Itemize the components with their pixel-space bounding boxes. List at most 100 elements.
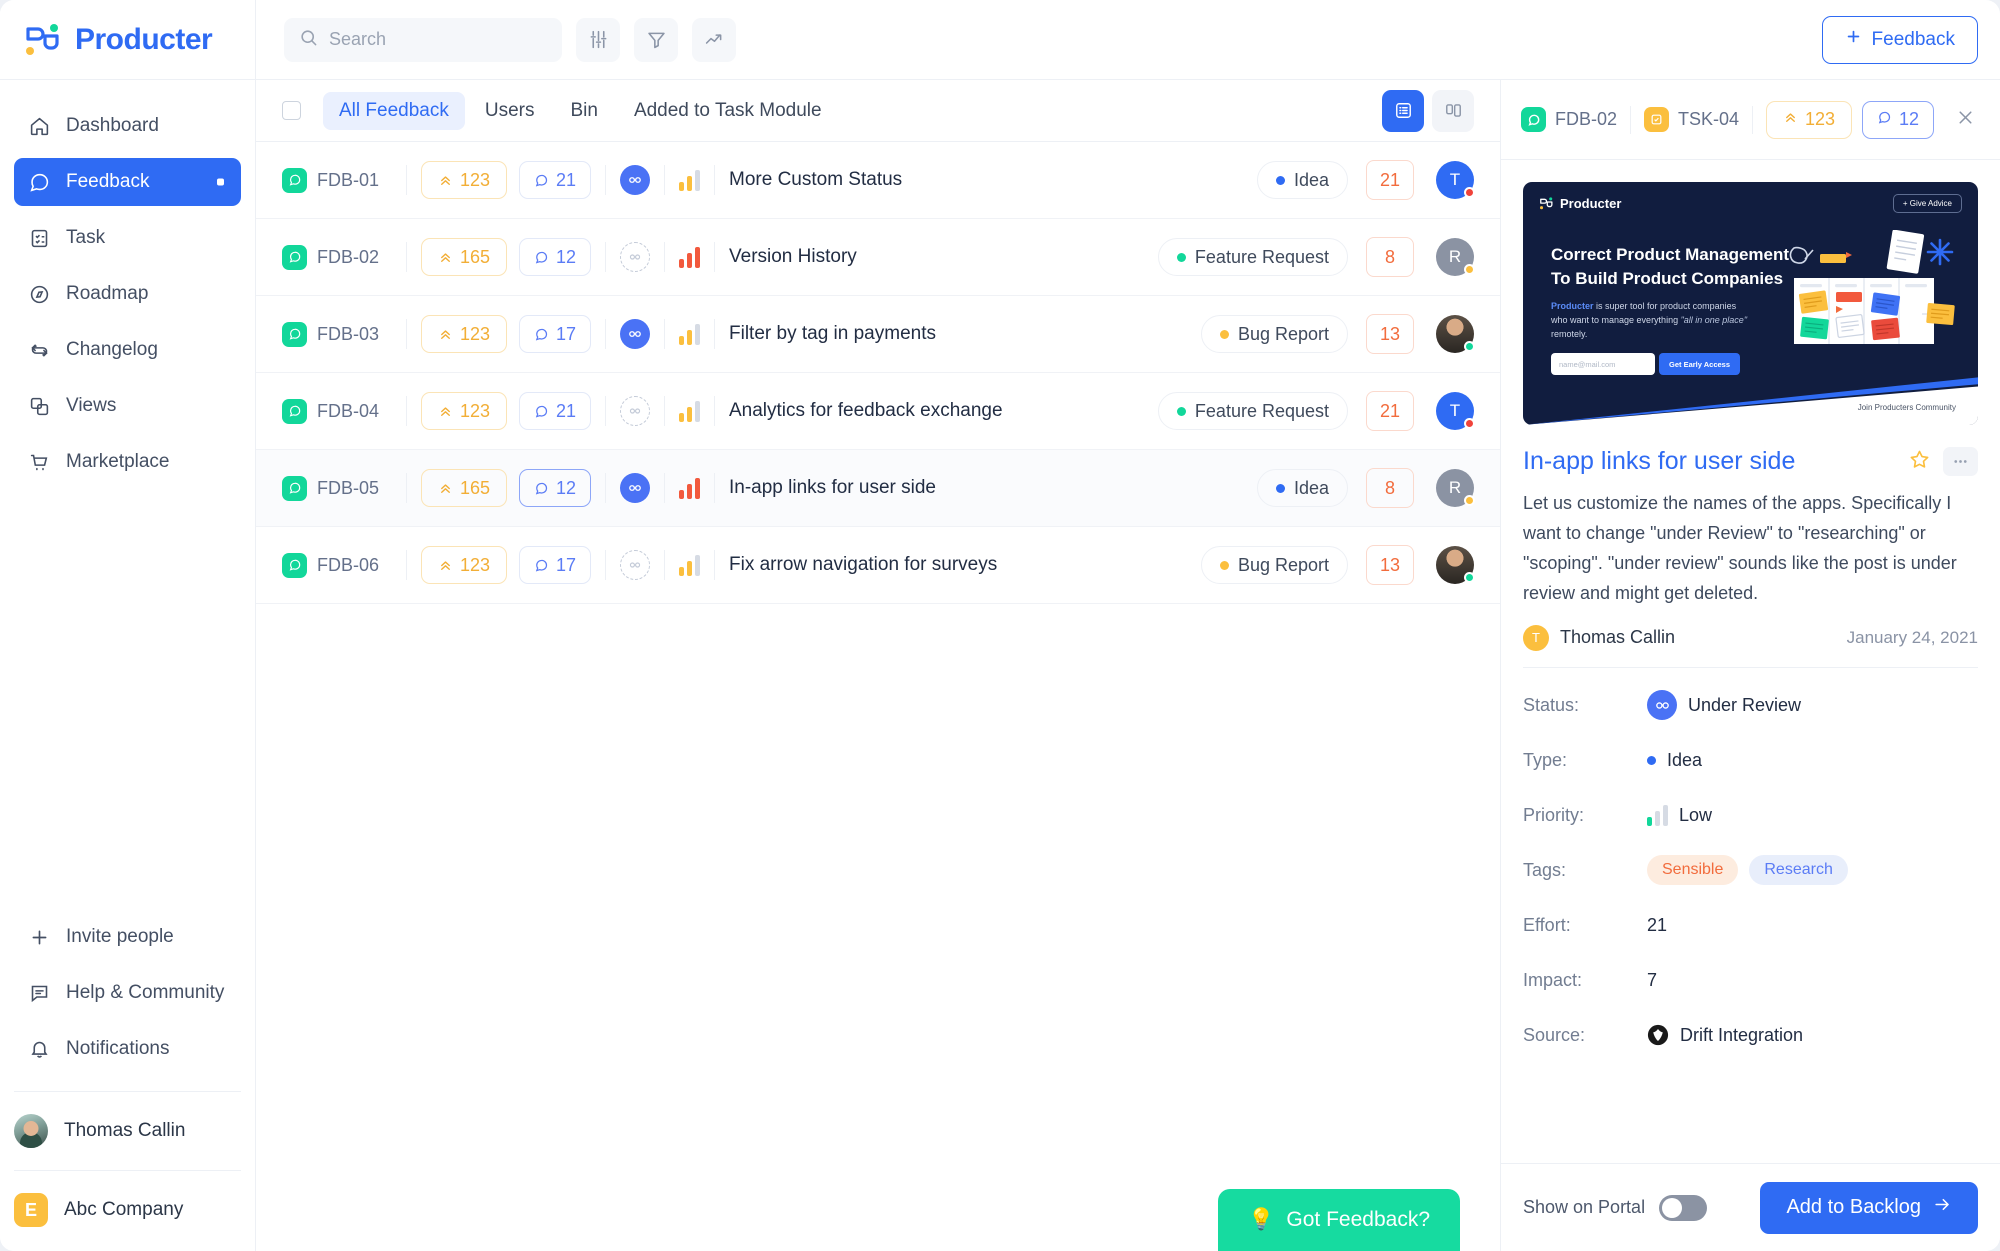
list-view-icon[interactable] <box>1382 89 1424 132</box>
trending-icon[interactable] <box>692 17 736 62</box>
tag-research[interactable]: Research <box>1749 855 1848 885</box>
table-row[interactable]: FDB-01 123 21 More Custom Status Idea 21… <box>256 142 1500 219</box>
row-votes[interactable]: 165 <box>421 238 507 276</box>
status-under-review-icon[interactable] <box>620 473 650 503</box>
sidebar-item-help-community[interactable]: Help & Community <box>14 969 241 1017</box>
sidebar-item-feedback[interactable]: Feedback <box>14 158 241 206</box>
row-priority-bars-icon[interactable] <box>679 477 700 499</box>
row-priority-bars-icon[interactable] <box>679 323 700 345</box>
status-empty-icon[interactable] <box>620 396 650 426</box>
sidebar-item-roadmap[interactable]: Roadmap <box>14 270 241 318</box>
status-under-review-icon[interactable] <box>620 319 650 349</box>
avatar[interactable]: R <box>1436 469 1475 507</box>
detail-task-id[interactable]: TSK-04 <box>1644 107 1739 132</box>
row-votes-count: 123 <box>459 400 491 421</box>
row-votes[interactable]: 123 <box>421 546 507 584</box>
sliders-icon[interactable] <box>576 17 620 62</box>
avatar[interactable]: T <box>1436 392 1475 430</box>
add-to-backlog-button[interactable]: Add to Backlog <box>1760 1181 1978 1234</box>
row-comments[interactable]: 21 <box>519 161 591 199</box>
sidebar-item-task[interactable]: Task <box>14 214 241 262</box>
row-comments[interactable]: 12 <box>519 238 591 276</box>
sidebar-bottom-nav: Invite people Help & Community Notificat… <box>0 913 255 1081</box>
detail-votes-pill[interactable]: 123 <box>1766 100 1853 139</box>
sidebar-item-views[interactable]: Views <box>14 382 241 430</box>
row-type-badge[interactable]: Feature Request <box>1157 392 1348 430</box>
sidebar-item-dashboard[interactable]: Dashboard <box>14 102 241 150</box>
row-votes[interactable]: 123 <box>421 392 507 430</box>
tab-bin[interactable]: Bin <box>554 92 613 130</box>
status-empty-icon[interactable] <box>620 550 650 580</box>
field-type-value[interactable]: Idea <box>1647 750 1702 771</box>
row-type-badge[interactable]: Bug Report <box>1200 546 1348 584</box>
row-type-badge[interactable]: Bug Report <box>1200 315 1348 353</box>
detail-comments-pill[interactable]: 12 <box>1862 100 1935 139</box>
producter-logo-icon <box>24 23 62 57</box>
status-under-review-icon[interactable] <box>620 165 650 195</box>
row-comments[interactable]: 17 <box>519 546 591 584</box>
avatar[interactable]: T <box>1436 161 1475 199</box>
avatar[interactable] <box>1436 315 1475 353</box>
tab-all-feedback[interactable]: All Feedback <box>323 91 465 130</box>
search-box[interactable] <box>284 17 562 62</box>
table-row[interactable]: FDB-03 123 17 Filter by tag in payments … <box>256 296 1500 373</box>
banner-email-field: name@mail.com <box>1551 353 1655 376</box>
row-priority-bars-icon[interactable] <box>679 400 700 422</box>
detail-header: FDB-02 TSK-04 123 12 <box>1501 80 2000 160</box>
row-votes[interactable]: 123 <box>421 161 507 199</box>
row-comments[interactable]: 21 <box>519 392 591 430</box>
star-icon[interactable] <box>1908 448 1931 476</box>
avatar[interactable]: R <box>1436 238 1475 276</box>
row-priority-bars-icon[interactable] <box>679 169 700 191</box>
tab-added-to-task-module[interactable]: Added to Task Module <box>618 92 838 130</box>
row-priority-bars-icon[interactable] <box>679 246 700 268</box>
table-row[interactable]: FDB-06 123 17 Fix arrow navigation for s… <box>256 527 1500 604</box>
field-priority-value[interactable]: Low <box>1647 804 1712 826</box>
more-options-icon[interactable] <box>1943 447 1978 476</box>
table-row[interactable]: FDB-05 165 12 In-app links for user side… <box>256 450 1500 527</box>
field-tags-value[interactable]: Sensible Research <box>1647 855 1848 885</box>
sidebar-item-notifications[interactable]: Notifications <box>14 1025 241 1073</box>
row-comments[interactable]: 12 <box>519 469 591 507</box>
table-row[interactable]: FDB-02 165 12 Version History Feature Re… <box>256 219 1500 296</box>
tag-sensible[interactable]: Sensible <box>1647 855 1739 885</box>
field-impact-value[interactable]: 7 <box>1647 970 1657 991</box>
close-icon[interactable] <box>1949 101 1982 139</box>
tab-users[interactable]: Users <box>469 92 551 130</box>
field-status-value[interactable]: Under Review <box>1647 690 1801 720</box>
field-source: Source: Drift Integration <box>1523 1008 1978 1063</box>
field-effort-value[interactable]: 21 <box>1647 915 1667 936</box>
detail-feedback-id[interactable]: FDB-02 <box>1521 107 1617 132</box>
field-source-value[interactable]: Drift Integration <box>1647 1024 1803 1046</box>
select-all-checkbox[interactable] <box>282 101 301 120</box>
row-sep <box>664 319 665 349</box>
add-feedback-button[interactable]: Feedback <box>1821 15 1978 64</box>
sidebar-user[interactable]: Thomas Callin <box>0 1102 255 1160</box>
row-type-badge[interactable]: Idea <box>1256 469 1348 507</box>
board-view-icon[interactable] <box>1432 89 1474 132</box>
sidebar-item-changelog[interactable]: Changelog <box>14 326 241 374</box>
row-votes[interactable]: 123 <box>421 315 507 353</box>
sidebar-nav: Dashboard Feedback Task Roadmap Changelo… <box>0 80 255 494</box>
status-empty-icon[interactable] <box>620 242 650 272</box>
row-sep <box>406 473 407 503</box>
avatar[interactable] <box>1436 546 1475 584</box>
sidebar-item-invite-people[interactable]: Invite people <box>14 913 241 961</box>
banner-top: Producter + Give Advice <box>1523 182 1978 225</box>
row-votes[interactable]: 165 <box>421 469 507 507</box>
sidebar-company[interactable]: E Abc Company <box>0 1181 255 1239</box>
search-input[interactable] <box>329 29 547 50</box>
brand[interactable]: Producter <box>0 0 255 80</box>
row-type-badge[interactable]: Idea <box>1256 161 1348 199</box>
presence-dot <box>1464 418 1475 429</box>
show-on-portal-toggle[interactable] <box>1659 1194 1708 1221</box>
funnel-icon[interactable] <box>634 17 678 62</box>
row-comments[interactable]: 17 <box>519 315 591 353</box>
row-type-badge[interactable]: Feature Request <box>1157 238 1348 276</box>
field-status-text: Under Review <box>1688 694 1802 715</box>
row-priority-bars-icon[interactable] <box>679 554 700 576</box>
got-feedback-button[interactable]: 💡 Got Feedback? <box>1218 1189 1460 1251</box>
row-sep <box>605 242 606 272</box>
table-row[interactable]: FDB-04 123 21 Analytics for feedback exc… <box>256 373 1500 450</box>
sidebar-item-marketplace[interactable]: Marketplace <box>14 438 241 486</box>
